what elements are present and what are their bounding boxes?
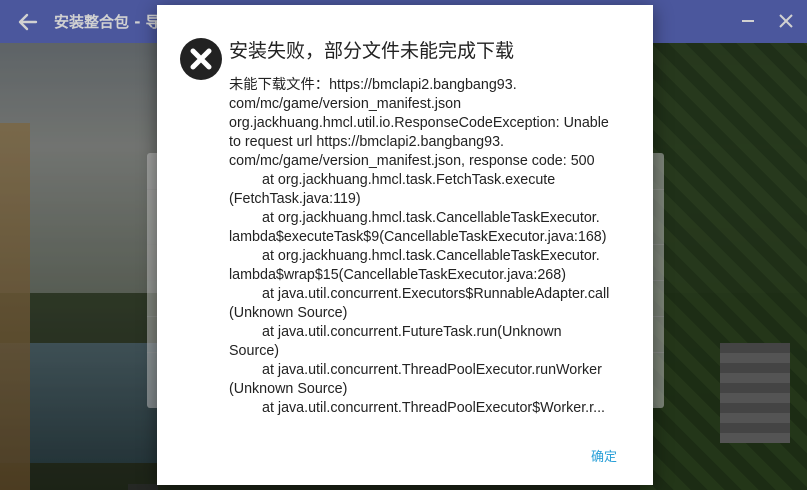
ok-button[interactable]: 确定 xyxy=(579,443,629,467)
message-line: (Unknown Source) xyxy=(229,381,348,397)
message-line: at org.jackhuang.hmcl.task.CancellableTa… xyxy=(262,248,600,264)
message-line: at org.jackhuang.hmcl.task.FetchTask.exe… xyxy=(262,172,556,188)
message-line: lambda$executeTask$9(CancellableTaskExec… xyxy=(229,229,607,245)
message-line: com/mc/game/version_manifest.json, respo… xyxy=(229,153,595,169)
message-line: Source) xyxy=(229,343,280,359)
message-line: at java.util.concurrent.Executors$Runnab… xyxy=(262,286,610,302)
message-line: to request url https://bmclapi2.bangbang… xyxy=(229,134,504,150)
message-line: org.jackhuang.hmcl.util.io.ResponseCodeE… xyxy=(229,115,609,131)
message-line: (Unknown Source) xyxy=(229,305,348,321)
message-line: (FetchTask.java:119) xyxy=(229,191,361,207)
dialog-message: 未能下载文件：https://bmclapi2.bangbang93. com/… xyxy=(229,76,629,418)
message-line: at org.jackhuang.hmcl.task.CancellableTa… xyxy=(262,210,600,226)
message-line: at java.util.concurrent.ThreadPoolExecut… xyxy=(262,400,606,416)
message-line: at java.util.concurrent.FutureTask.run(U… xyxy=(262,324,562,340)
message-line: at java.util.concurrent.ThreadPoolExecut… xyxy=(262,362,602,378)
message-line: lambda$wrap$15(CancellableTaskExecutor.j… xyxy=(229,267,566,283)
message-line: com/mc/game/version_manifest.json xyxy=(229,96,462,112)
error-dialog: 安装失败，部分文件未能完成下载 未能下载文件：https://bmclapi2.… xyxy=(157,5,653,485)
dialog-title: 安装失败，部分文件未能完成下载 xyxy=(229,40,515,62)
error-x-icon xyxy=(180,38,222,80)
message-line: 未能下载文件：https://bmclapi2.bangbang93. xyxy=(229,77,517,93)
